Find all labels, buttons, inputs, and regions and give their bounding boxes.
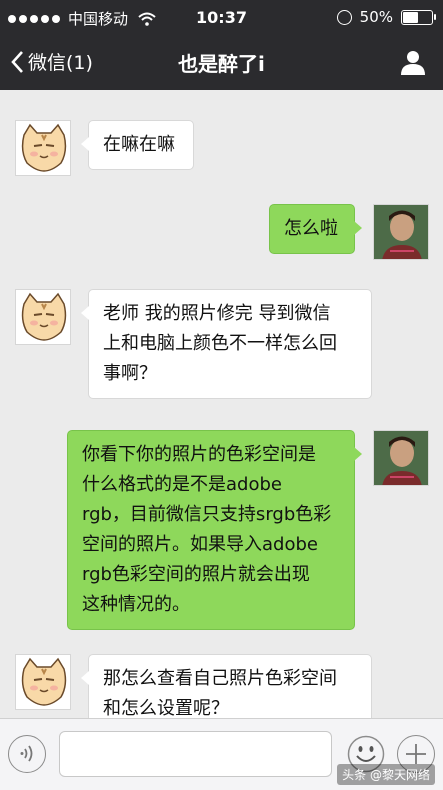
status-right: 50% [336,8,436,26]
voice-icon [20,745,33,762]
contact-avatar[interactable] [15,120,71,176]
input-bar: 头条 @黎天网络 [0,718,443,790]
contact-avatar[interactable] [15,654,71,710]
user-photo-icon [374,431,428,485]
user-photo-icon [374,205,428,259]
nav-bar: 微信(1) 也是醉了i [0,34,443,90]
message-bubble[interactable]: 老师 我的照片修完 导到微信 上和电脑上颜色不一样怎么回 事啊？ [81,289,372,399]
chat-title: 也是醉了i [178,52,265,76]
person-icon[interactable] [399,48,427,76]
watermark: 头条 @黎天网络 [337,764,435,785]
battery-level [403,11,418,23]
cat-avatar-icon [21,292,67,341]
battery-icon [401,9,436,25]
message-bubble[interactable]: 你看下你的照片的色彩空间是 什么格式的是不是adobe rgb，目前微信只支持s… [67,430,362,630]
status-bar: 中国移动 10:37 50% [0,0,443,34]
message-input[interactable] [59,731,332,777]
cat-avatar-icon [21,657,67,706]
battery-percent: 50% [359,8,393,26]
my-avatar[interactable] [373,430,429,486]
cat-avatar-icon [21,123,67,172]
contact-avatar[interactable] [15,289,71,345]
message-bubble[interactable]: 怎么啦 [269,204,362,254]
rotation-lock-icon [336,9,352,25]
chat-area[interactable]: 在嘛在嘛 怎么啦 老师 我的照片修完 导到微信 上和电脑上颜色不一样怎么回 事啊… [0,90,443,718]
my-avatar[interactable] [373,204,429,260]
voice-button[interactable] [8,735,46,773]
message-bubble[interactable]: 那怎么查看自己照片色彩空间 和怎么设置呢？ [81,654,372,718]
message-bubble[interactable]: 在嘛在嘛 [81,120,194,170]
